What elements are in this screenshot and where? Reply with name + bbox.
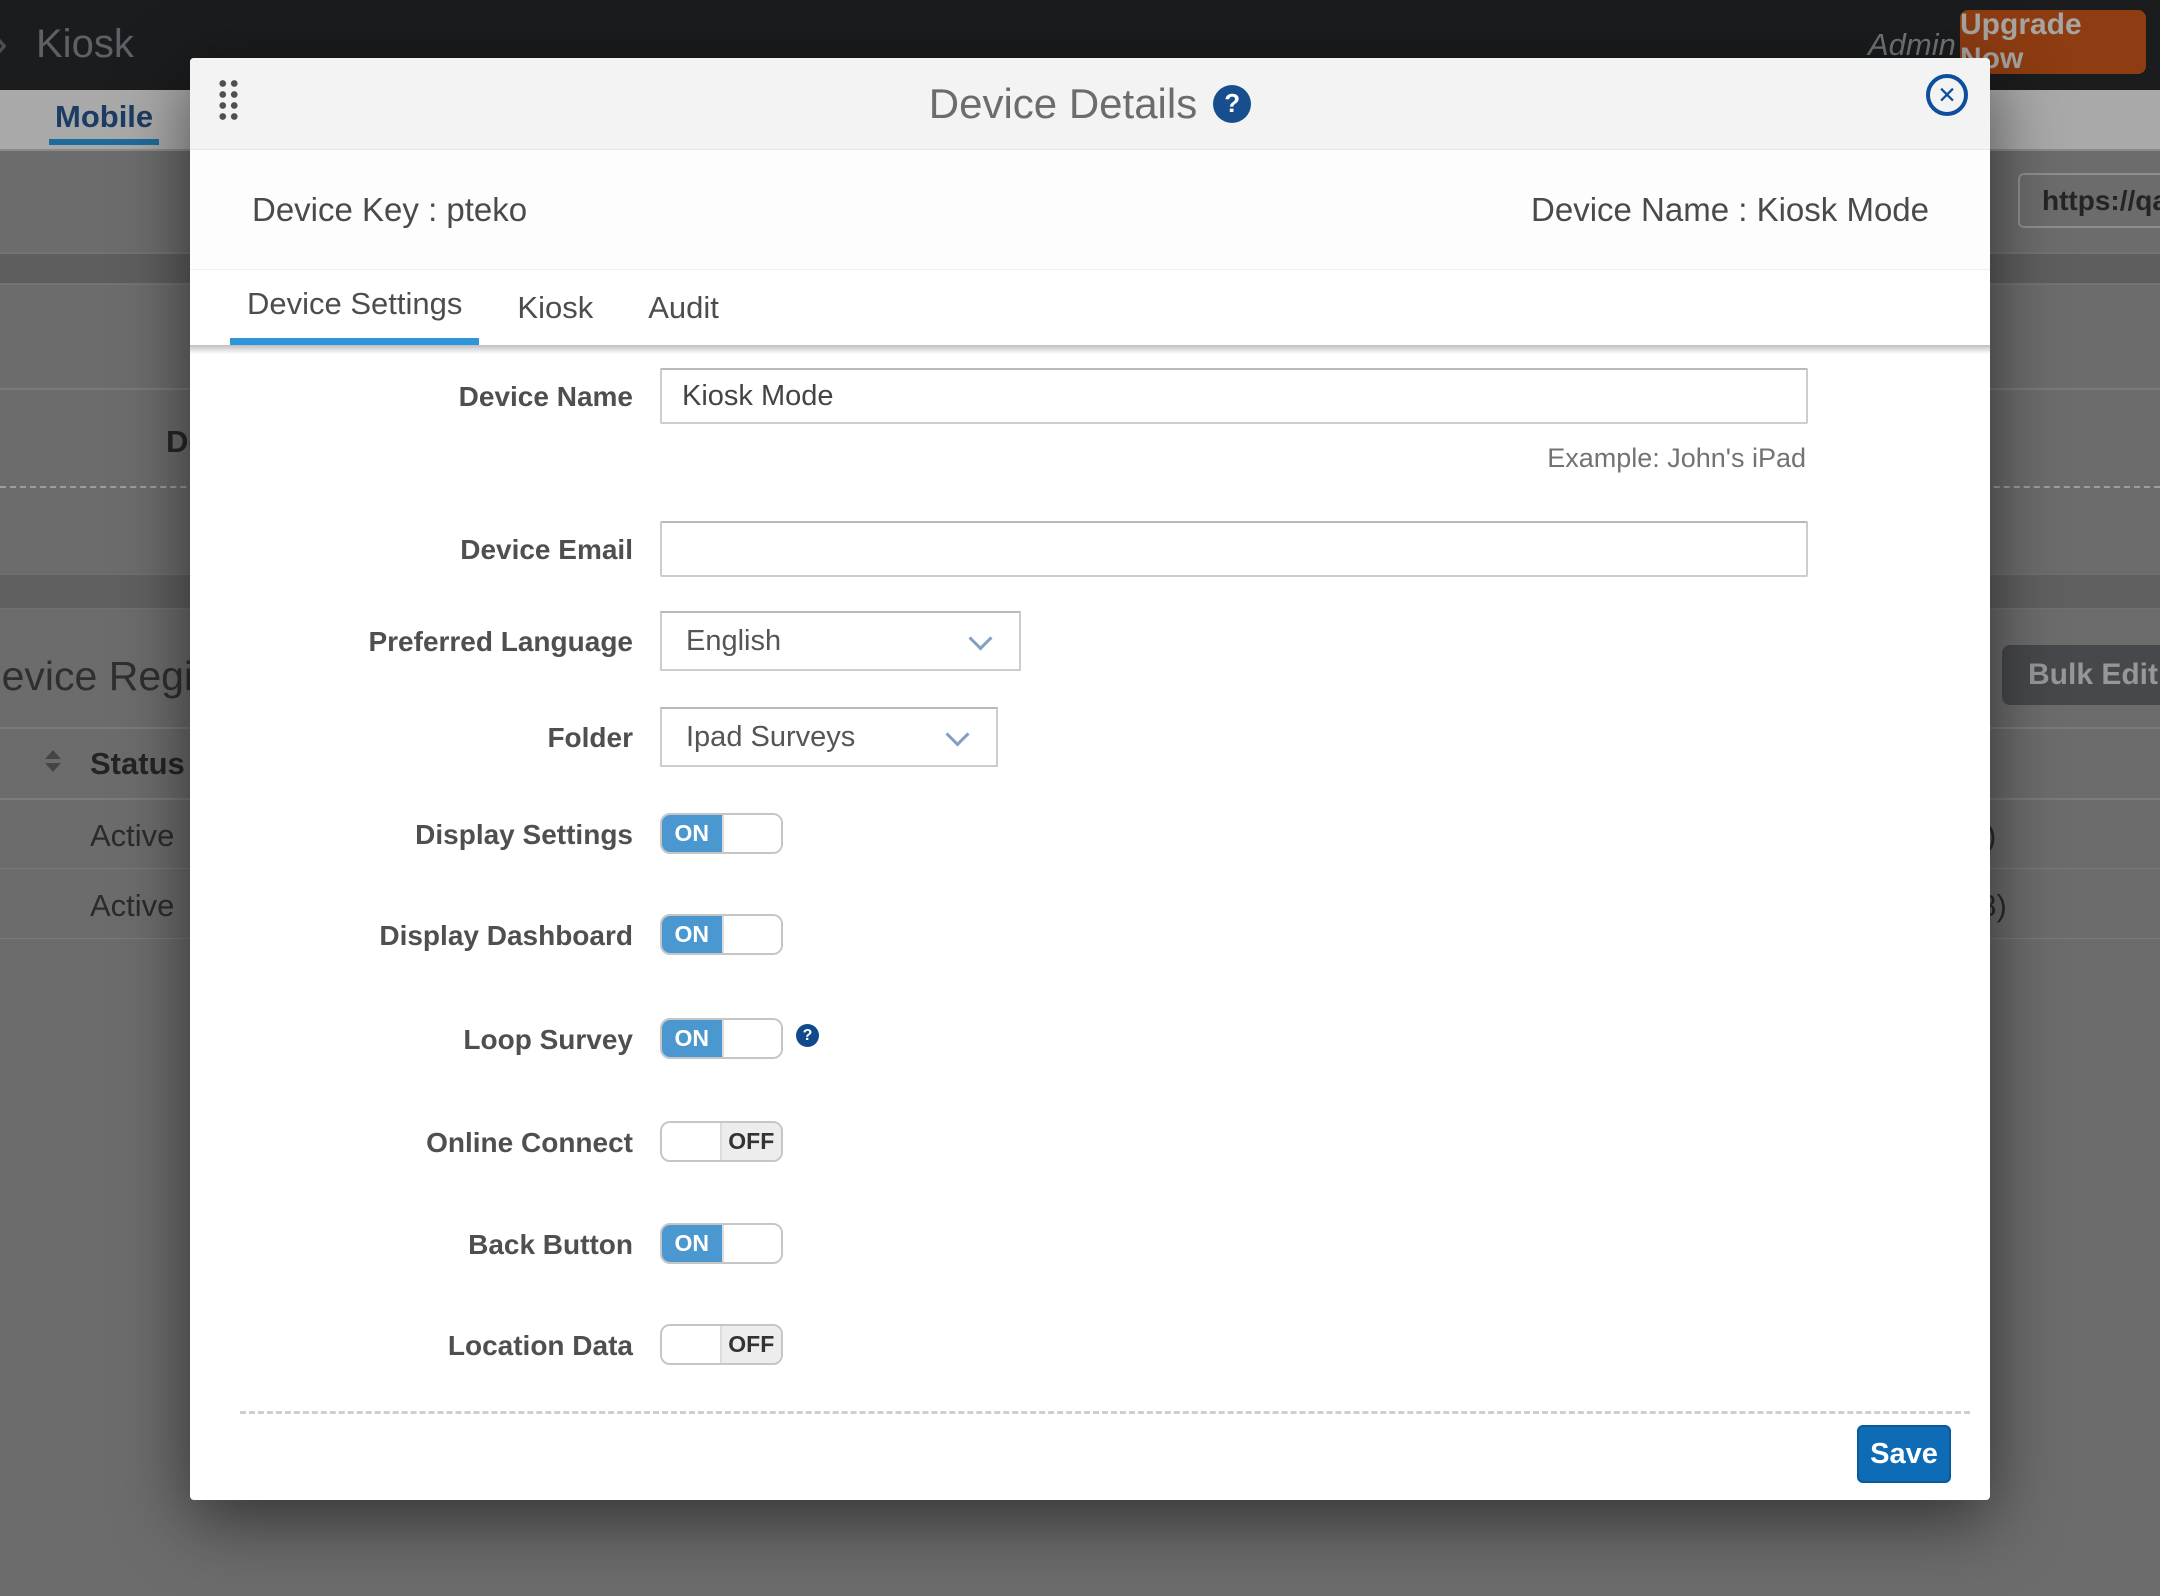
preferred-language-value: English	[686, 625, 781, 658]
folder-value: Ipad Surveys	[686, 721, 855, 754]
display-settings-label: Display Settings	[190, 820, 633, 850]
display-dashboard-label: Display Dashboard	[190, 921, 633, 951]
tab-kiosk[interactable]: Kiosk	[500, 270, 610, 345]
device-key-row: Device Key : pteko Device Name : Kiosk M…	[190, 150, 1990, 270]
toggle-state-label: OFF	[722, 1123, 782, 1160]
chevron-down-icon	[968, 626, 992, 650]
preferred-language-select[interactable]: English	[660, 611, 1021, 671]
screen: › Kiosk Admin Upgrade Now Mobile https:/…	[0, 0, 2160, 1596]
toggle-state-label: OFF	[722, 1326, 782, 1363]
toggle-state-label: ON	[662, 1225, 722, 1262]
toggle-knob	[722, 916, 782, 953]
back-button-toggle[interactable]: ON	[660, 1223, 783, 1264]
toggle-knob	[722, 1020, 782, 1057]
url-input[interactable]: https://qa.c	[2018, 173, 2160, 228]
toggle-knob	[722, 815, 782, 852]
online-connect-label: Online Connect	[190, 1128, 633, 1158]
toggle-knob	[722, 1225, 782, 1262]
device-key-text: Device Key : pteko	[252, 191, 527, 229]
toggle-knob	[662, 1326, 722, 1363]
tab-audit[interactable]: Audit	[631, 270, 736, 345]
status-column-header[interactable]: Status	[90, 746, 185, 782]
toggle-state-label: ON	[662, 815, 722, 852]
device-details-modal: Device Details ? ✕ Device Key : pteko De…	[190, 58, 1990, 1500]
save-button[interactable]: Save	[1857, 1425, 1951, 1483]
loop-survey-toggle[interactable]: ON	[660, 1018, 783, 1059]
table-row-status: Active	[90, 818, 174, 854]
modal-title: Device Details	[929, 80, 1197, 128]
loop-survey-label: Loop Survey	[190, 1025, 633, 1055]
help-icon[interactable]: ?	[1213, 85, 1251, 123]
tab-mobile[interactable]: Mobile	[49, 99, 159, 145]
location-data-toggle[interactable]: OFF	[660, 1324, 783, 1365]
sort-icon[interactable]	[45, 750, 61, 772]
device-name-text: Device Name : Kiosk Mode	[1531, 191, 1929, 229]
drag-handle-icon[interactable]	[217, 78, 240, 122]
preferred-language-label: Preferred Language	[190, 627, 633, 657]
toggle-state-label: ON	[662, 1020, 722, 1057]
table-row-status: Active	[90, 888, 174, 924]
footer-divider	[240, 1411, 1970, 1414]
toggle-state-label: ON	[662, 916, 722, 953]
bulk-edit-devices-button[interactable]: Bulk Edit Dev	[2002, 645, 2160, 705]
back-button-label: Back Button	[190, 1230, 633, 1260]
display-settings-toggle[interactable]: ON	[660, 813, 783, 854]
modal-header: Device Details ? ✕	[190, 58, 1990, 150]
folder-label: Folder	[190, 723, 633, 753]
page-title: Kiosk	[36, 22, 134, 67]
modal-tabs: Device Settings Kiosk Audit	[230, 270, 736, 345]
location-data-label: Location Data	[190, 1331, 633, 1361]
device-name-helper: Example: John's iPad	[1547, 443, 1806, 474]
tab-device-settings[interactable]: Device Settings	[230, 270, 479, 345]
tab-bar-shadow	[190, 345, 1990, 354]
device-name-input[interactable]	[660, 368, 1808, 424]
chevron-down-icon	[945, 722, 969, 746]
toggle-knob	[662, 1123, 722, 1160]
loop-survey-help-icon[interactable]: ?	[796, 1024, 819, 1047]
device-email-label: Device Email	[190, 535, 633, 565]
display-dashboard-toggle[interactable]: ON	[660, 914, 783, 955]
close-icon[interactable]: ✕	[1926, 74, 1968, 116]
folder-select[interactable]: Ipad Surveys	[660, 707, 998, 767]
online-connect-toggle[interactable]: OFF	[660, 1121, 783, 1162]
device-email-input[interactable]	[660, 521, 1808, 577]
device-name-label: Device Name	[190, 382, 633, 412]
breadcrumb-chevron-icon: ›	[0, 16, 8, 71]
